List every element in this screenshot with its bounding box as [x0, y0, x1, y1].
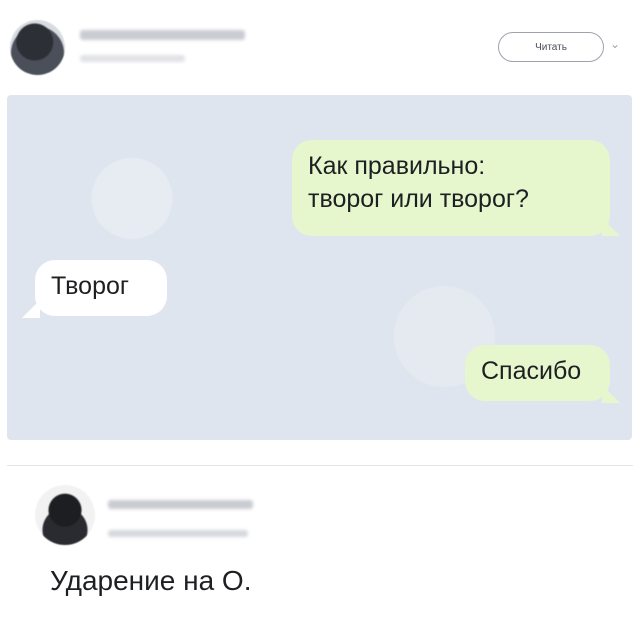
author-name-blurred[interactable] [80, 30, 245, 40]
reply-author-name-blurred[interactable] [108, 500, 253, 509]
reply-text: Ударение на О. [50, 565, 252, 596]
message-line: Спасибо [481, 357, 582, 385]
reply-author-handle-blurred [108, 530, 248, 537]
follow-button[interactable]: Читать [498, 32, 604, 62]
chat-bubble-outgoing: Как правильно: творог или творог? [292, 140, 610, 236]
author-avatar[interactable] [10, 20, 65, 75]
chevron-down-icon[interactable]: ⌄ [610, 37, 624, 51]
author-handle-blurred [80, 55, 185, 62]
chat-bubble-outgoing: Спасибо [465, 345, 610, 401]
chat-bubble-incoming: Творог [35, 260, 167, 316]
reply-author-avatar[interactable] [35, 485, 95, 545]
message-line: Творог [51, 272, 130, 300]
divider [7, 465, 633, 466]
message-line: творог или творог? [308, 185, 529, 213]
message-line: Как правильно: [308, 152, 486, 180]
follow-button-label: Читать [535, 41, 567, 53]
